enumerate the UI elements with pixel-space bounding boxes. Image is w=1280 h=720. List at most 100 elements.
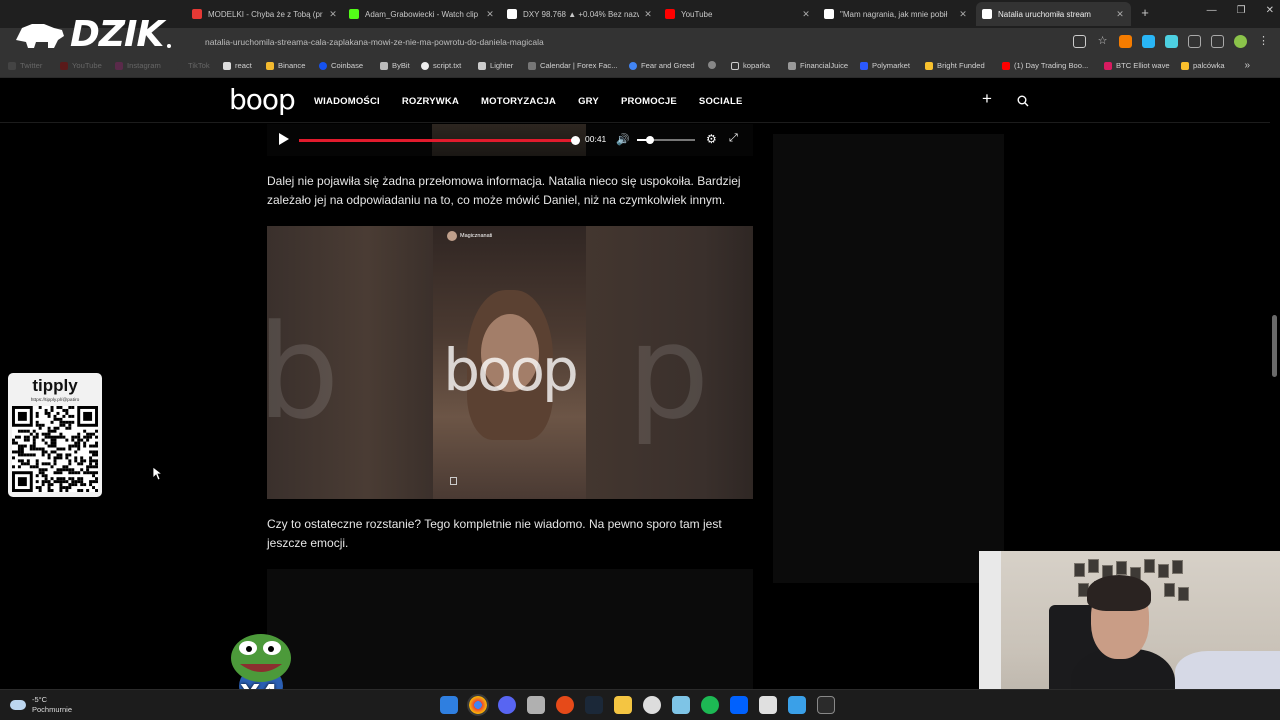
extension-icon[interactable] (1142, 35, 1155, 48)
app-c-icon[interactable] (643, 696, 661, 714)
bookmark[interactable]: Lighter (478, 61, 513, 70)
bookmark[interactable]: Twitter (8, 61, 42, 70)
volume-slider[interactable] (637, 136, 695, 144)
menu-icon[interactable]: ⋮ (1257, 35, 1270, 48)
tab-favicon-icon (349, 9, 359, 19)
spotify-icon[interactable] (701, 696, 719, 714)
bookmark[interactable]: Fear and Greed (629, 61, 695, 70)
app-icon[interactable] (556, 696, 574, 714)
browser-tab[interactable]: "Mam nagrania, jak mnie pobił ✕ (824, 4, 968, 24)
plus-icon[interactable]: + (982, 89, 992, 109)
notes-icon[interactable] (759, 696, 777, 714)
video-player[interactable]: 00:41 🔊 ⚙ ⤢ (267, 124, 753, 156)
file-explorer-icon[interactable] (614, 696, 632, 714)
fullscreen-icon[interactable]: ⤢ (729, 132, 738, 145)
extension-icon[interactable] (1165, 35, 1178, 48)
tab-favicon-icon (824, 9, 834, 19)
nav-item-promocje[interactable]: PROMOCJE (621, 96, 677, 107)
play-icon[interactable] (279, 133, 289, 145)
minimize-icon[interactable]: — (1207, 5, 1217, 16)
bookmark[interactable]: Polymarket (860, 61, 910, 70)
nav-item-sociale[interactable]: SOCIALE (699, 96, 743, 107)
bookmark[interactable]: Binance (266, 61, 305, 70)
site-header: boop WIADOMOŚCI ROZRYWKA MOTORYZACJA GRY… (0, 79, 1270, 123)
bookmark[interactable]: BTC Elliot wave (1104, 61, 1170, 70)
tab-search-icon[interactable] (1211, 35, 1224, 48)
webcam-person-hair (1087, 575, 1151, 611)
tab-favicon-icon (982, 9, 992, 19)
bookmark[interactable]: palcówka (1181, 61, 1225, 70)
site-logo[interactable]: boop (229, 83, 296, 116)
bookmark[interactable]: YouTube (60, 61, 102, 70)
tab-label: DXY 98.768 ▲ +0.04% Bez nazw (523, 9, 639, 19)
volume-icon[interactable]: 🔊 (616, 133, 630, 146)
bookmark[interactable]: react (223, 61, 252, 70)
browser-tab-active[interactable]: Natalia uruchomiła stream ✕ (976, 2, 1131, 26)
browser-tab[interactable]: MODELKI - Chyba że z Tobą (pr ✕ (192, 4, 338, 24)
close-icon[interactable]: ✕ (643, 9, 653, 20)
bookmark[interactable]: Instagram (115, 61, 161, 70)
more-bookmarks-icon[interactable]: » (1244, 60, 1250, 71)
bookmark[interactable]: Bright Funded (925, 61, 985, 70)
tab-label: MODELKI - Chyba że z Tobą (pr (208, 9, 323, 19)
tab-favicon-icon (192, 9, 202, 19)
progress-handle[interactable] (570, 136, 580, 145)
url-field[interactable]: natalia-uruchomila-streama-cala-zaplakan… (205, 37, 544, 47)
browser-tab[interactable]: Adam_Grabowiecki - Watch clip ✕ (349, 4, 495, 24)
close-icon[interactable]: ✕ (1115, 9, 1125, 20)
bookmark-folder[interactable]: koparka (731, 61, 770, 70)
financialjuice-icon (788, 61, 796, 70)
bookmark[interactable]: ByBit (380, 61, 410, 70)
bookmark-icon (1104, 61, 1112, 70)
profile-avatar[interactable] (1234, 35, 1247, 48)
nav-item-wiadomosci[interactable]: WIADOMOŚCI (314, 96, 380, 107)
nav-item-motoryzacja[interactable]: MOTORYZACJA (481, 96, 556, 107)
weather-widget[interactable]: -5°C Pochmurnie (10, 695, 72, 715)
bookmark[interactable]: TikTok (176, 61, 210, 70)
bookmark[interactable]: script.txt (421, 61, 461, 70)
terminal-icon[interactable] (817, 696, 835, 714)
chrome-icon[interactable] (467, 694, 489, 716)
taskbar-apps (440, 694, 835, 716)
browser-tab-strip: MODELKI - Chyba że z Tobą (pr ✕ Adam_Gra… (0, 0, 1280, 28)
binance-icon (266, 61, 274, 70)
close-icon[interactable]: ✕ (485, 9, 495, 20)
bookmark[interactable]: FinancialJuice (788, 61, 848, 70)
progress-bar[interactable] (299, 136, 580, 145)
scroll-thumb[interactable] (1272, 315, 1277, 377)
discord-icon[interactable] (498, 696, 516, 714)
weather-temperature: -5°C (32, 695, 48, 704)
bookmark-star-icon[interactable]: ☆ (1096, 35, 1109, 48)
window-controls: — ❐ ✕ (1207, 5, 1274, 16)
search-icon[interactable] (1017, 95, 1029, 107)
volume-handle[interactable] (645, 136, 654, 144)
bookmark[interactable]: Coinbase (319, 61, 363, 70)
close-window-icon[interactable]: ✕ (1266, 5, 1274, 16)
bookmark[interactable] (708, 61, 720, 69)
dropbox-icon[interactable] (730, 696, 748, 714)
bookmark[interactable]: Calendar | Forex Fac... (528, 61, 618, 70)
coinbase-icon (319, 61, 327, 70)
close-icon[interactable]: ✕ (328, 9, 338, 20)
install-app-icon[interactable] (1073, 35, 1086, 48)
browser-tab[interactable]: DXY 98.768 ▲ +0.04% Bez nazw ✕ (507, 4, 653, 24)
blurred-watermark: b (267, 296, 339, 448)
new-tab-button[interactable]: + (1138, 6, 1152, 20)
youtube-icon (60, 61, 68, 70)
bookmark-icon (1181, 61, 1189, 70)
steam-icon[interactable] (585, 696, 603, 714)
nav-item-rozrywka[interactable]: ROZRYWKA (402, 96, 459, 107)
close-icon[interactable]: ✕ (958, 9, 968, 20)
bookmark[interactable]: (1) Day Trading Boo... (1002, 61, 1088, 70)
nav-item-gry[interactable]: GRY (578, 96, 599, 107)
extensions-puzzle-icon[interactable] (1188, 35, 1201, 48)
extension-icon[interactable] (1119, 35, 1132, 48)
browser-tab[interactable]: YouTube ✕ (665, 4, 811, 24)
windows-start-icon[interactable] (440, 696, 458, 714)
tool-icon[interactable] (672, 696, 690, 714)
gear-icon[interactable]: ⚙ (706, 132, 717, 146)
close-icon[interactable]: ✕ (801, 9, 811, 20)
photos-icon[interactable] (788, 696, 806, 714)
restore-icon[interactable]: ❐ (1237, 5, 1246, 16)
app-icon[interactable] (527, 696, 545, 714)
